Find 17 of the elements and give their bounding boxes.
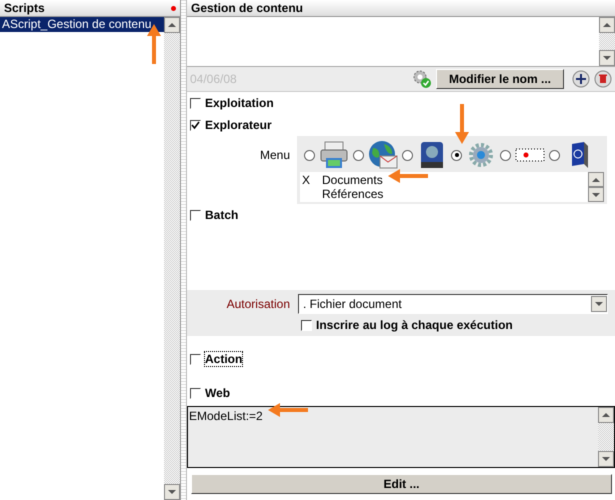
checkbox-label: Inscrire au log à chaque exécution [316,318,513,332]
script-item[interactable]: AScript_Gestion de contenu [0,17,164,32]
menu-entry[interactable]: Références [322,187,384,201]
menu-entry[interactable]: Documents [322,173,383,187]
menu-label: Menu [260,148,290,162]
authorization-dropdown[interactable]: . Fichier document [298,294,608,314]
authorization-label: Autorisation [226,297,290,311]
rename-button[interactable]: Modifier le nom ... [436,69,564,89]
section-label: Explorateur [205,118,272,132]
section-label: Action [205,352,242,366]
section-label: Exploitation [205,96,274,110]
section-label: Web [205,386,230,400]
section-label: Batch [205,208,238,222]
panel-title: Scripts [4,1,45,15]
entry-mark: X [302,173,310,187]
panel-title: Gestion de contenu [191,1,304,15]
edit-button[interactable]: Edit ... [191,474,612,494]
